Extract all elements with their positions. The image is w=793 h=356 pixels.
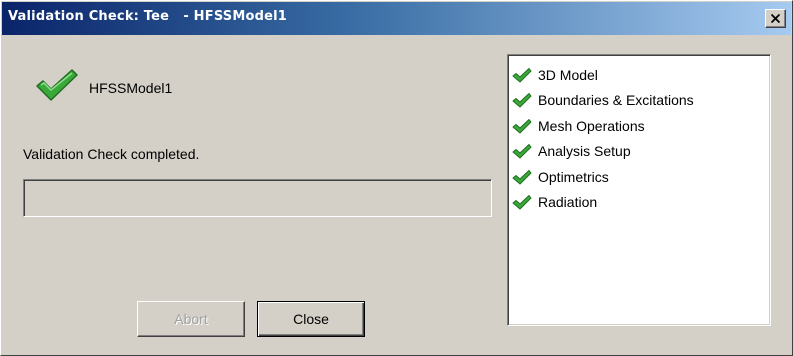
checklist-item-3d-model: 3D Model [512, 62, 694, 88]
checklist-item-optimetrics: Optimetrics [512, 164, 694, 190]
validation-checklist[interactable]: 3D Model Boundaries & Excitations Mesh O… [507, 54, 771, 326]
checklist-item-label: Optimetrics [538, 168, 609, 185]
checklist-item-analysis-setup: Analysis Setup [512, 139, 694, 165]
check-icon [512, 195, 532, 210]
checklist-item-label: Radiation [538, 194, 598, 211]
checklist-item-boundaries-excitations: Boundaries & Excitations [512, 88, 694, 114]
check-icon [512, 169, 532, 185]
progress-bar [23, 179, 492, 217]
checklist-item-label: 3D Model [538, 66, 598, 83]
checklist-item-mesh-operations: Mesh Operations [512, 113, 694, 139]
checklist-item-label: Mesh Operations [538, 117, 645, 134]
status-text: Validation Check completed. [23, 146, 200, 162]
close-button[interactable]: Close [257, 301, 365, 337]
abort-button[interactable]: Abort [137, 301, 245, 337]
checklist-item-radiation: Radiation [512, 190, 694, 216]
window-close-button[interactable] [765, 9, 786, 28]
check-icon [512, 144, 532, 159]
check-icon [512, 118, 532, 134]
checklist-item-label: Analysis Setup [538, 143, 631, 160]
validation-check-dialog: Validation Check: Tee - HFSSModel1 HFSSM… [0, 0, 793, 356]
close-icon [771, 14, 780, 23]
model-name: HFSSModel1 [89, 80, 173, 96]
check-icon [36, 69, 78, 101]
checklist-item-label: Boundaries & Excitations [538, 92, 694, 109]
check-icon [512, 93, 532, 108]
check-icon [512, 67, 532, 83]
title-bar[interactable]: Validation Check: Tee - HFSSModel1 [2, 2, 791, 35]
window-title: Validation Check: Tee - HFSSModel1 [8, 9, 288, 24]
